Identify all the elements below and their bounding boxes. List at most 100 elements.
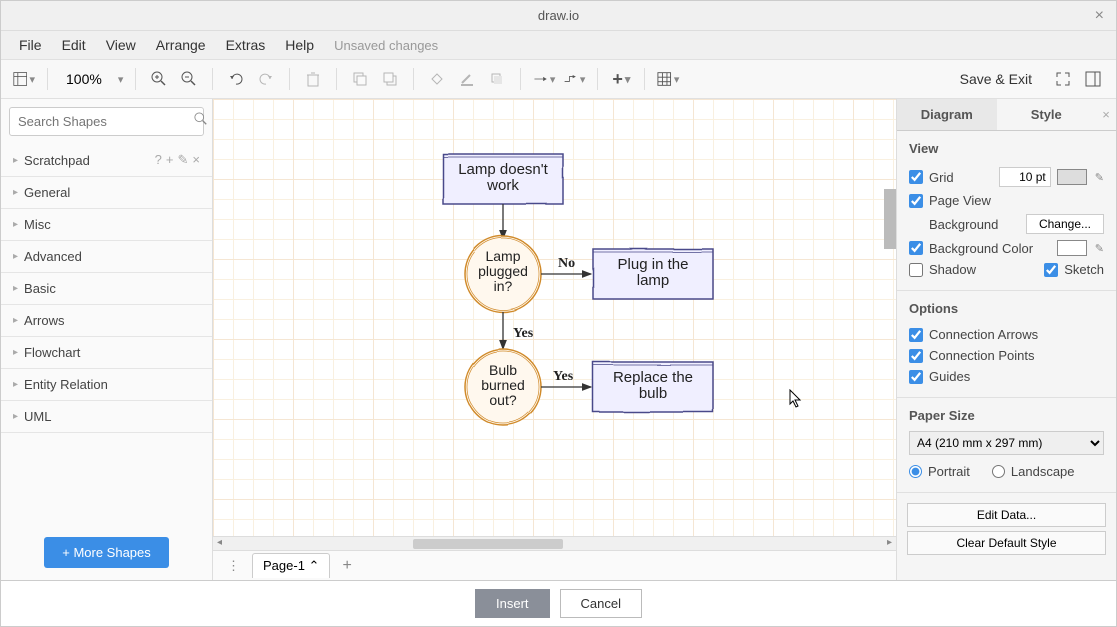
tab-diagram[interactable]: Diagram <box>897 99 997 130</box>
portrait-radio[interactable] <box>909 465 922 478</box>
grid-checkbox[interactable] <box>909 170 923 184</box>
edge-yes2-label: Yes <box>553 369 574 384</box>
close-icon[interactable]: × <box>1095 7 1104 25</box>
guides-checkbox[interactable] <box>909 370 923 384</box>
menubar: File Edit View Arrange Extras Help Unsav… <box>1 31 1116 59</box>
undo-icon[interactable] <box>225 68 247 90</box>
page-tab-1[interactable]: Page-1 ⌃ <box>252 553 330 578</box>
shapegroup-misc[interactable]: ▸Misc <box>1 209 212 241</box>
shapegroup-entity[interactable]: ▸Entity Relation <box>1 369 212 401</box>
menu-extras[interactable]: Extras <box>218 33 274 57</box>
papersize-header: Paper Size <box>909 408 1104 423</box>
shadow-label: Shadow <box>929 262 976 277</box>
shapegroup-basic[interactable]: ▸Basic <box>1 273 212 305</box>
zoom-out-icon[interactable] <box>178 68 200 90</box>
scratchpad-close-icon[interactable]: × <box>192 152 200 168</box>
landscape-label: Landscape <box>1011 464 1075 479</box>
zoom-level[interactable]: 100% <box>66 71 102 87</box>
diagram-canvas[interactable]: Lamp doesn'twork Lamppluggedin? No Plug … <box>213 99 896 536</box>
dialog-footer: Insert Cancel <box>1 580 1116 626</box>
search-shapes-box[interactable] <box>9 107 204 136</box>
options-header: Options <box>909 301 1104 316</box>
scratchpad-edit-icon[interactable]: ✎ <box>178 152 189 168</box>
zoom-dropdown-icon[interactable]: ▾ <box>118 73 124 86</box>
connection-icon[interactable]: ▾ <box>533 68 555 90</box>
view-mode-icon[interactable]: ▾ <box>13 68 35 90</box>
bgcolor-label: Background Color <box>929 241 1033 256</box>
sketch-label: Sketch <box>1064 262 1104 277</box>
more-shapes-button[interactable]: + More Shapes <box>44 537 169 568</box>
scroll-left-icon[interactable]: ◂ <box>213 537 226 548</box>
window-titlebar: draw.io × <box>1 1 1116 31</box>
edit-data-button[interactable]: Edit Data... <box>907 503 1106 527</box>
page-menu-icon[interactable]: ⋮ <box>221 558 246 574</box>
menu-help[interactable]: Help <box>277 33 322 57</box>
grid-size-input[interactable] <box>999 167 1051 187</box>
fill-color-icon[interactable] <box>426 68 448 90</box>
grid-color-edit-icon[interactable]: ✎ <box>1095 171 1104 184</box>
scratchpad-help-icon[interactable]: ? <box>155 152 162 168</box>
page-tab-dropdown-icon[interactable]: ⌃ <box>309 558 320 573</box>
shapegroup-arrows[interactable]: ▸Arrows <box>1 305 212 337</box>
conn-arrows-label: Connection Arrows <box>929 327 1038 342</box>
shapes-sidebar: ▸Scratchpad ?+✎× ▸General ▸Misc ▸Advance… <box>1 99 213 580</box>
fullscreen-icon[interactable] <box>1052 68 1074 90</box>
menu-edit[interactable]: Edit <box>54 33 94 57</box>
clear-default-button[interactable]: Clear Default Style <box>907 531 1106 555</box>
toolbar: ▾ 100% ▾ ▾ ▾ +▾ ▾ Save & Exit <box>1 59 1116 99</box>
scroll-right-icon[interactable]: ▸ <box>883 537 896 548</box>
vertical-scrollbar[interactable] <box>884 189 896 249</box>
redo-icon[interactable] <box>255 68 277 90</box>
line-color-icon[interactable] <box>456 68 478 90</box>
shapegroup-scratchpad[interactable]: ▸Scratchpad ?+✎× <box>1 144 212 177</box>
pageview-label: Page View <box>929 193 991 208</box>
sketch-checkbox[interactable] <box>1044 263 1058 277</box>
canvas-area: Lamp doesn'twork Lamppluggedin? No Plug … <box>213 99 896 580</box>
shapegroup-flowchart[interactable]: ▸Flowchart <box>1 337 212 369</box>
bgcolor-swatch[interactable] <box>1057 240 1087 256</box>
background-change-button[interactable]: Change... <box>1026 214 1104 234</box>
zoom-in-icon[interactable] <box>148 68 170 90</box>
search-icon[interactable] <box>194 112 208 131</box>
papersize-select[interactable]: A4 (210 mm x 297 mm) <box>909 431 1104 455</box>
tab-style[interactable]: Style <box>997 99 1097 130</box>
menu-arrange[interactable]: Arrange <box>148 33 214 57</box>
cancel-button[interactable]: Cancel <box>560 589 642 618</box>
shapegroup-advanced[interactable]: ▸Advanced <box>1 241 212 273</box>
background-label: Background <box>929 217 998 232</box>
conn-arrows-checkbox[interactable] <box>909 328 923 342</box>
save-exit-button[interactable]: Save & Exit <box>960 71 1032 87</box>
menu-file[interactable]: File <box>11 33 50 57</box>
bgcolor-edit-icon[interactable]: ✎ <box>1095 242 1104 255</box>
shadow-icon[interactable] <box>486 68 508 90</box>
shapegroup-uml[interactable]: ▸UML <box>1 401 212 433</box>
portrait-label: Portrait <box>928 464 970 479</box>
table-icon[interactable]: ▾ <box>657 68 679 90</box>
shapegroup-general[interactable]: ▸General <box>1 177 212 209</box>
grid-color-swatch[interactable] <box>1057 169 1087 185</box>
horizontal-scrollbar[interactable]: ◂ ▸ <box>213 536 896 550</box>
window-title: draw.io <box>538 8 579 23</box>
waypoint-icon[interactable]: ▾ <box>563 68 585 90</box>
add-page-icon[interactable]: + <box>336 557 357 575</box>
diagram-svg: Lamp doesn'twork Lamppluggedin? No Plug … <box>213 99 873 519</box>
pageview-checkbox[interactable] <box>909 194 923 208</box>
menu-view[interactable]: View <box>98 33 144 57</box>
unsaved-status: Unsaved changes <box>334 38 438 53</box>
scratchpad-add-icon[interactable]: + <box>166 152 174 168</box>
panel-close-icon[interactable]: × <box>1096 99 1116 130</box>
landscape-radio[interactable] <box>992 465 1005 478</box>
scrollbar-thumb[interactable] <box>413 539 563 549</box>
format-panel-icon[interactable] <box>1082 68 1104 90</box>
bgcolor-checkbox[interactable] <box>909 241 923 255</box>
to-front-icon[interactable] <box>349 68 371 90</box>
conn-points-checkbox[interactable] <box>909 349 923 363</box>
delete-icon[interactable] <box>302 68 324 90</box>
shadow-checkbox[interactable] <box>909 263 923 277</box>
insert-button[interactable]: Insert <box>475 589 550 618</box>
search-shapes-input[interactable] <box>18 114 194 129</box>
insert-icon[interactable]: +▾ <box>610 68 632 90</box>
to-back-icon[interactable] <box>379 68 401 90</box>
view-header: View <box>909 141 1104 156</box>
grid-label: Grid <box>929 170 954 185</box>
